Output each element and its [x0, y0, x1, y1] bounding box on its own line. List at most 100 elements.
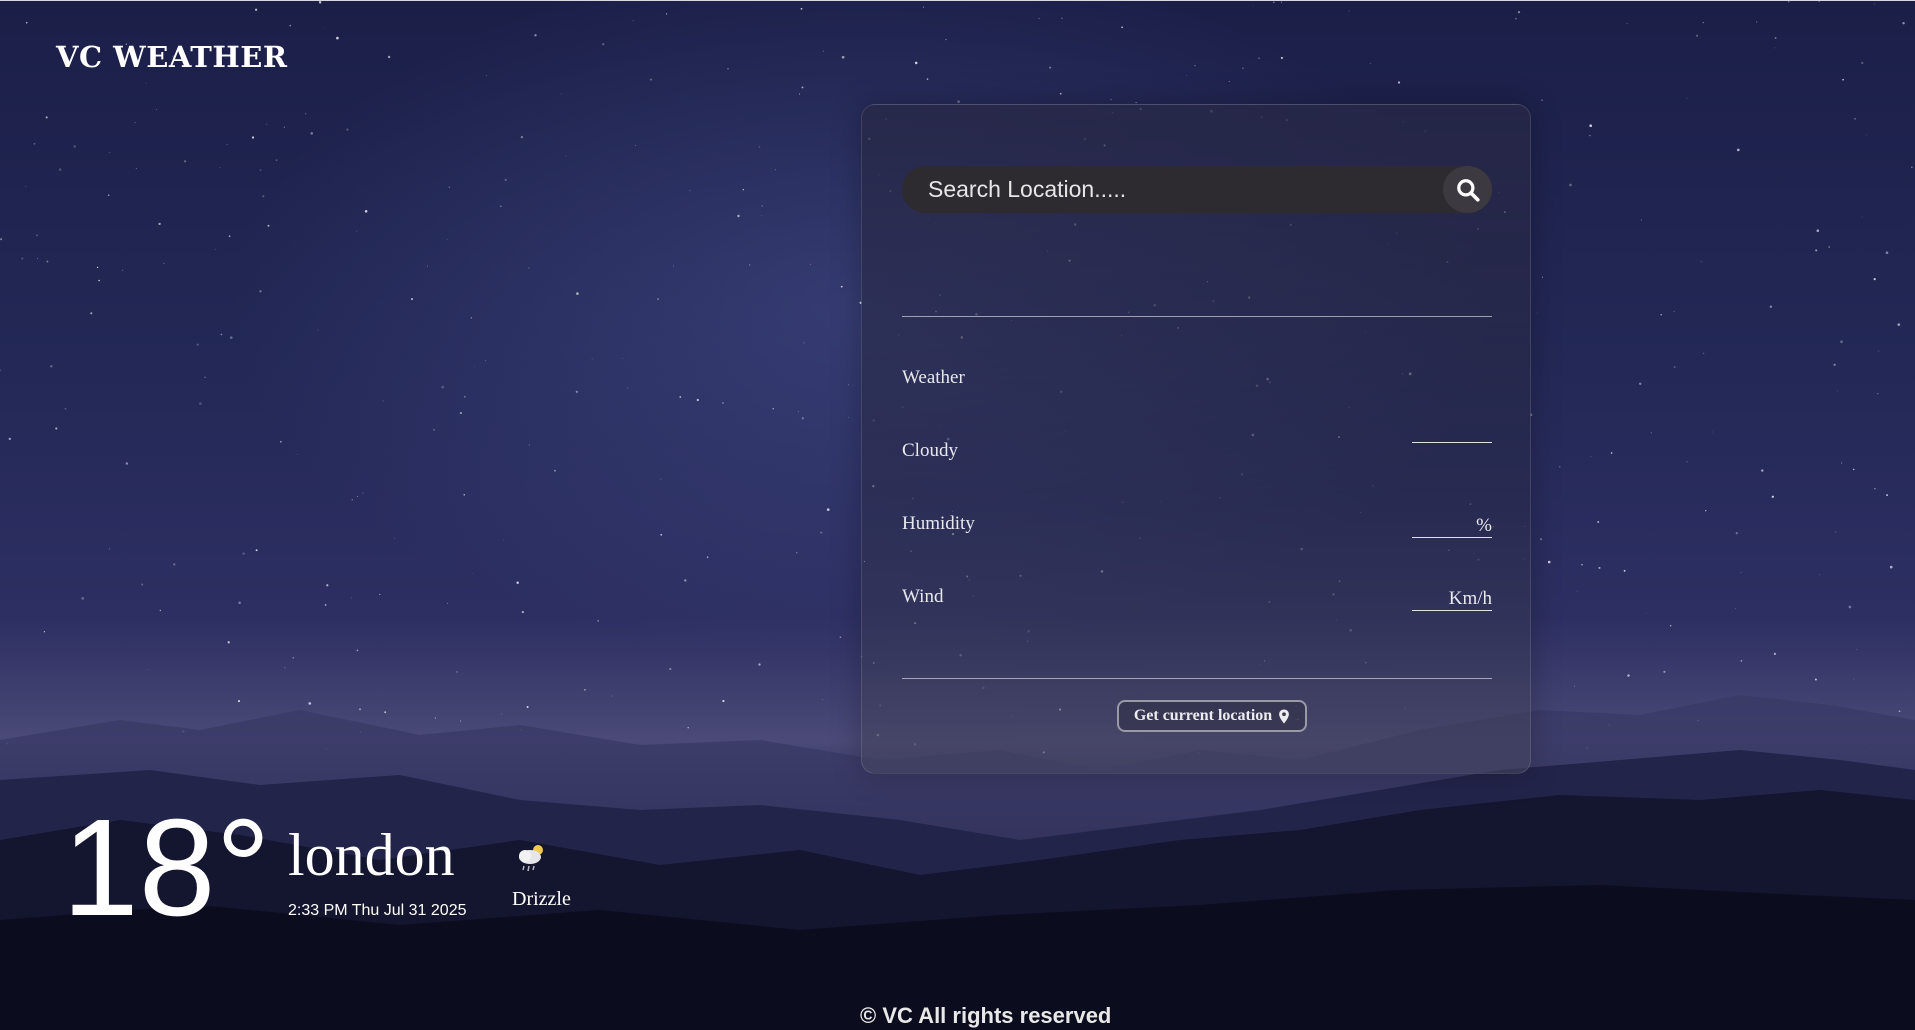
star [1819, 574, 1821, 576]
star [1598, 566, 1601, 569]
star [758, 663, 761, 666]
star [1711, 431, 1713, 433]
star [45, 116, 48, 119]
star [795, 551, 798, 554]
app-logo[interactable]: VC WEATHER [56, 40, 287, 74]
star [1258, 57, 1260, 60]
star [1814, 678, 1817, 681]
star [1569, 183, 1572, 187]
star [1865, 134, 1867, 136]
get-location-button[interactable]: Get current location [1117, 700, 1307, 732]
star [1885, 251, 1889, 255]
star [46, 260, 49, 263]
star [627, 387, 629, 389]
star [801, 86, 804, 89]
star [1623, 569, 1626, 572]
star [1854, 117, 1857, 120]
star [1840, 340, 1843, 344]
current-temperature: 18° [62, 791, 271, 945]
star [33, 142, 36, 145]
star [1673, 366, 1676, 368]
star [1700, 261, 1702, 263]
star [98, 279, 100, 282]
star [1874, 3, 1876, 5]
star [1702, 352, 1705, 355]
star [1686, 97, 1688, 99]
star [761, 204, 764, 207]
star [1902, 22, 1905, 25]
star [1861, 216, 1863, 218]
star [259, 169, 262, 171]
star [1589, 124, 1593, 128]
star [58, 168, 62, 171]
star [297, 454, 299, 456]
star [446, 239, 448, 241]
star [1650, 432, 1652, 434]
star [410, 298, 414, 301]
star [242, 552, 245, 555]
star [1774, 47, 1776, 49]
star [1873, 278, 1876, 281]
star [326, 584, 329, 587]
star [945, 38, 947, 41]
star [1705, 510, 1707, 512]
star [472, 572, 474, 574]
star [324, 603, 327, 606]
star [602, 43, 605, 46]
star [259, 290, 262, 293]
star [622, 358, 624, 359]
star [37, 257, 38, 259]
star [758, 146, 761, 148]
star [226, 143, 228, 146]
star [156, 108, 157, 110]
star [1280, 56, 1283, 59]
star [810, 263, 812, 265]
star [1735, 608, 1736, 609]
star [1702, 22, 1704, 24]
star [64, 407, 67, 410]
star [727, 67, 729, 70]
star [1610, 452, 1613, 454]
search-button[interactable] [1443, 166, 1492, 213]
star [219, 166, 221, 168]
detail-row-cloudy: Cloudy [902, 440, 1492, 470]
star [565, 155, 567, 157]
star [528, 267, 530, 269]
search-input[interactable] [902, 166, 1422, 213]
star [387, 55, 391, 59]
weather-condition: Drizzle [512, 888, 571, 910]
star [447, 602, 448, 604]
star [204, 376, 206, 379]
star [826, 508, 830, 511]
star [173, 563, 176, 566]
star [1517, 10, 1521, 14]
star [649, 78, 653, 81]
star [1626, 23, 1628, 25]
detail-row-wind: Wind Km/h [902, 586, 1492, 616]
star [238, 601, 241, 605]
star [1121, 26, 1123, 29]
star [1110, 98, 1112, 101]
star [1348, 10, 1350, 12]
star [1547, 560, 1551, 564]
star [1686, 461, 1688, 463]
star [35, 234, 38, 237]
star [147, 669, 149, 670]
star [1842, 78, 1844, 81]
star [55, 427, 58, 430]
star [43, 631, 46, 633]
star [521, 610, 525, 614]
map-pin-icon [1279, 708, 1290, 724]
star [1837, 390, 1838, 392]
star [1049, 66, 1052, 69]
star [1848, 605, 1852, 609]
star [797, 411, 799, 413]
star [922, 6, 924, 8]
star [0, 369, 2, 372]
star [364, 209, 368, 213]
star [560, 93, 562, 95]
weather-details-panel: Weather Cloudy Humidity % Wind Km/h Get … [861, 104, 1531, 774]
star [666, 13, 668, 15]
star [1861, 61, 1864, 65]
star [356, 495, 359, 497]
